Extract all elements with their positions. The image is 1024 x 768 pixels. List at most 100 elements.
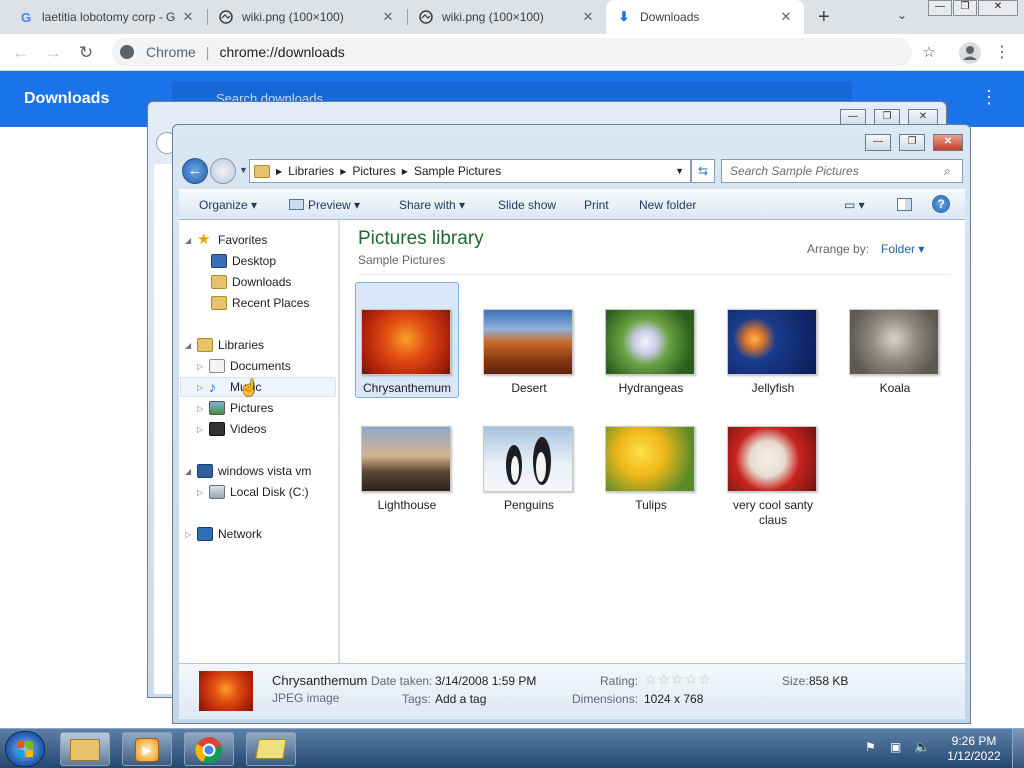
preview-button[interactable]: Preview ▾: [289, 198, 360, 212]
nav-downloads[interactable]: Downloads: [211, 272, 291, 292]
thumbnail-jellyfish[interactable]: [727, 309, 817, 375]
nav-libraries[interactable]: ◢ Libraries: [185, 335, 264, 355]
image-icon: [418, 9, 434, 25]
music-icon: ♪: [209, 379, 216, 395]
file-label-tulips[interactable]: Tulips: [596, 498, 706, 513]
minimize-icon[interactable]: —: [865, 134, 891, 151]
thumbnail-chrysanthemum[interactable]: [361, 309, 451, 375]
volume-icon[interactable]: 🔈: [914, 739, 930, 755]
tab-close-icon[interactable]: ✕: [380, 9, 396, 25]
bookmark-star-icon[interactable]: ☆: [919, 43, 939, 63]
close-icon[interactable]: ✕: [933, 134, 963, 151]
dimensions-label: Dimensions:: [572, 692, 639, 706]
address-dropdown-icon[interactable]: ▼: [675, 166, 684, 176]
search-input[interactable]: Search Sample Pictures: [721, 159, 963, 183]
thumbnail-desert[interactable]: [483, 309, 573, 375]
recent-pages-icon[interactable]: ▼: [239, 165, 248, 175]
maximize-icon[interactable]: ❐: [899, 134, 925, 151]
nav-documents[interactable]: ▷ Documents: [197, 356, 291, 376]
forward-icon[interactable]: →: [43, 43, 63, 63]
show-desktop-button[interactable]: [1012, 729, 1024, 768]
media-player-icon: ▶: [135, 738, 159, 762]
nav-pictures[interactable]: ▷ Pictures: [197, 398, 273, 418]
refresh-icon[interactable]: ⇆: [691, 159, 715, 183]
desktop-icon: [211, 254, 227, 268]
tags-value[interactable]: Add a tag: [435, 692, 486, 706]
thumbnail-penguins[interactable]: [483, 426, 573, 492]
action-center-icon[interactable]: ⚑: [865, 740, 876, 754]
nav-local-disk[interactable]: ▷ Local Disk (C:): [197, 482, 309, 502]
file-label-jellyfish[interactable]: Jellyfish: [718, 381, 828, 396]
thumbnail-lighthouse[interactable]: [361, 426, 451, 492]
file-label-santa[interactable]: very cool santy claus: [718, 498, 828, 528]
tab-close-icon[interactable]: ✕: [580, 9, 596, 25]
nav-network[interactable]: ▷ Network: [185, 524, 262, 544]
minimize-icon[interactable]: —: [928, 0, 952, 16]
dimensions-value: 1024 x 768: [644, 692, 704, 706]
slide-show-button[interactable]: Slide show: [498, 198, 556, 212]
library-title: Pictures library: [358, 228, 484, 249]
search-icon[interactable]: ⌕: [944, 164, 951, 179]
forward-icon[interactable]: [210, 158, 236, 184]
taskbar-explorer[interactable]: [60, 732, 110, 766]
tab-wiki-2[interactable]: wiki.png (100×100) ✕: [408, 0, 606, 34]
nav-computer[interactable]: ◢ windows vista vm: [185, 461, 311, 481]
taskbar-media-player[interactable]: ▶: [122, 732, 172, 766]
address-bar[interactable]: ▶ Libraries ▶ Pictures ▶ Sample Pictures…: [249, 159, 691, 183]
breadcrumb-sample-pictures[interactable]: Sample Pictures: [414, 164, 501, 178]
taskbar-chrome[interactable]: [184, 732, 234, 766]
back-icon[interactable]: ←: [182, 158, 208, 184]
thumbnail-tulips[interactable]: [605, 426, 695, 492]
share-with-button[interactable]: Share with ▾: [399, 198, 465, 212]
file-label-penguins[interactable]: Penguins: [474, 498, 584, 513]
restore-icon[interactable]: ❐: [953, 0, 977, 16]
arrange-by-dropdown[interactable]: Folder ▾: [881, 242, 924, 256]
file-label-koala[interactable]: Koala: [840, 381, 950, 396]
tab-search-icon[interactable]: ⌄: [897, 8, 907, 22]
organize-button[interactable]: Organize ▾: [199, 198, 257, 212]
print-button[interactable]: Print: [584, 198, 609, 212]
nav-desktop[interactable]: Desktop: [211, 251, 276, 271]
file-label-chrysanthemum[interactable]: Chrysanthemum: [352, 381, 462, 396]
breadcrumb-libraries[interactable]: Libraries: [288, 164, 334, 178]
nav-recent-places[interactable]: Recent Places: [211, 293, 309, 313]
omnibox[interactable]: Chrome | chrome://downloads: [112, 38, 912, 66]
tab-downloads[interactable]: ⬇ Downloads ✕: [606, 0, 804, 34]
reload-icon[interactable]: ↻: [76, 43, 96, 63]
new-tab-button[interactable]: +: [818, 6, 830, 29]
help-icon[interactable]: ?: [932, 195, 950, 213]
tab-title: wiki.png (100×100): [242, 10, 344, 24]
tab-close-icon[interactable]: ✕: [180, 9, 196, 25]
file-label-lighthouse[interactable]: Lighthouse: [352, 498, 462, 513]
details-pane: Chrysanthemum JPEG image Date taken: 3/1…: [179, 663, 965, 719]
taskbar-folder-window[interactable]: [246, 732, 296, 766]
downloads-menu-icon[interactable]: ⋮: [980, 87, 998, 108]
rating-label: Rating:: [600, 674, 639, 688]
breadcrumb-pictures[interactable]: Pictures: [352, 164, 395, 178]
clock[interactable]: 9:26 PM 1/12/2022: [944, 734, 1004, 764]
thumbnail-hydrangeas[interactable]: [605, 309, 695, 375]
views-icon[interactable]: ▭ ▾: [844, 198, 865, 212]
tab-google[interactable]: G laetitia lobotomy corp - G ✕: [8, 0, 206, 34]
tab-wiki-1[interactable]: wiki.png (100×100) ✕: [208, 0, 406, 34]
menu-icon[interactable]: ⋮: [992, 43, 1012, 63]
file-label-hydrangeas[interactable]: Hydrangeas: [596, 381, 706, 396]
thumbnail-koala[interactable]: [849, 309, 939, 375]
date-taken-value: 3/14/2008 1:59 PM: [435, 674, 537, 688]
folder-icon: [70, 739, 100, 761]
profile-avatar[interactable]: [959, 42, 981, 64]
preview-pane-icon[interactable]: [897, 198, 912, 211]
nav-favorites[interactable]: ◢ ★ Favorites: [185, 230, 267, 250]
nav-videos[interactable]: ▷ Videos: [197, 419, 266, 439]
tab-strip: G laetitia lobotomy corp - G ✕ wiki.png …: [0, 0, 1024, 34]
close-icon[interactable]: ✕: [978, 0, 1018, 16]
start-button[interactable]: [5, 731, 45, 767]
tab-close-icon[interactable]: ✕: [778, 9, 794, 25]
network-tray-icon[interactable]: ▣: [890, 740, 901, 754]
back-icon[interactable]: ←: [11, 43, 31, 63]
new-folder-button[interactable]: New folder: [639, 198, 696, 212]
file-label-desert[interactable]: Desert: [474, 381, 584, 396]
thumbnail-santa[interactable]: [727, 426, 817, 492]
rating-stars[interactable]: ☆☆☆☆☆: [644, 671, 712, 688]
arrange-by-label: Arrange by:: [807, 242, 870, 256]
